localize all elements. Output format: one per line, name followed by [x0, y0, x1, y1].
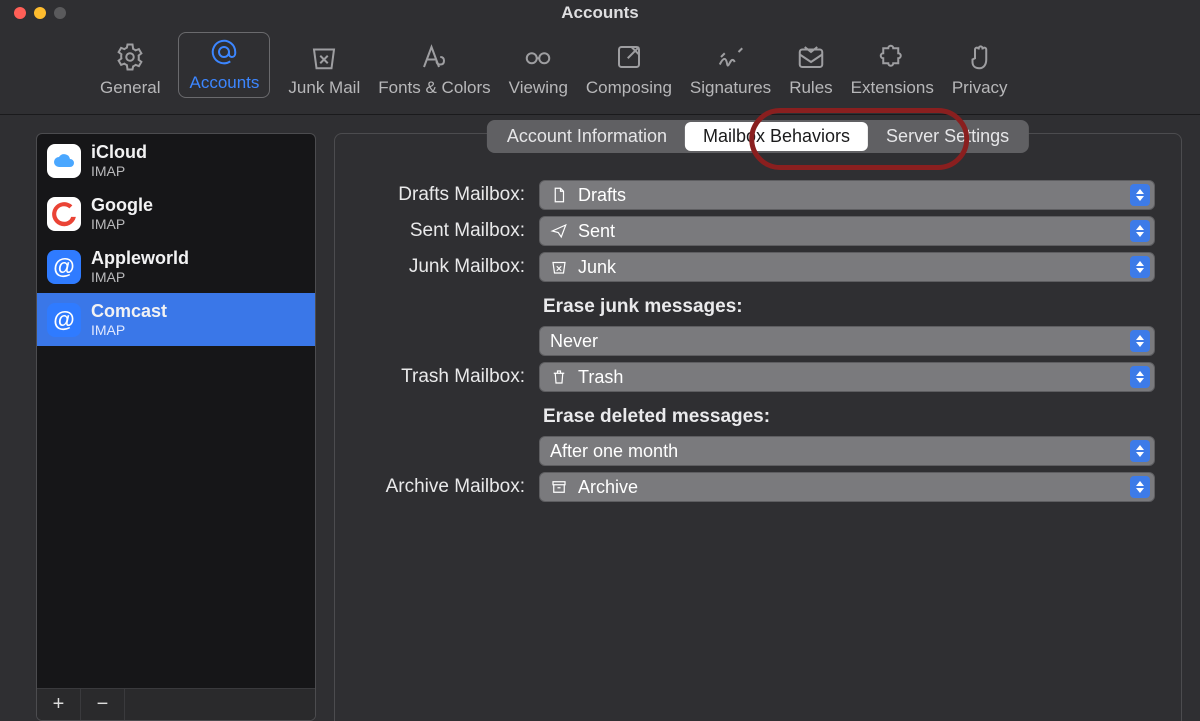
window-title: Accounts [561, 3, 638, 23]
document-icon [550, 186, 568, 204]
toolbar-general[interactable]: General [100, 42, 160, 98]
erase-junk-label: Erase junk messages: [539, 288, 1155, 320]
trash-label: Trash Mailbox: [401, 366, 525, 388]
toolbar-rules[interactable]: Rules [789, 42, 832, 98]
google-icon [47, 197, 81, 231]
toolbar-accounts-label: Accounts [189, 73, 259, 93]
account-name: iCloud [91, 142, 147, 163]
tab-server-settings[interactable]: Server Settings [868, 122, 1027, 151]
at-icon: @ [47, 303, 81, 337]
toolbar-general-label: General [100, 78, 160, 98]
tab-mailbox-behaviors[interactable]: Mailbox Behaviors [685, 122, 868, 151]
drafts-mailbox-select[interactable]: Drafts [539, 180, 1155, 210]
erase-deleted-value: After one month [550, 441, 678, 462]
archive-icon [550, 478, 568, 496]
toolbar-fonts-label: Fonts & Colors [378, 78, 490, 98]
toolbar-junk-mail[interactable]: Junk Mail [288, 42, 360, 98]
junk-icon [309, 42, 339, 72]
toolbar-signatures[interactable]: Signatures [690, 42, 771, 98]
toolbar-signatures-label: Signatures [690, 78, 771, 98]
stepper-icon [1130, 256, 1150, 278]
toolbar-viewing-label: Viewing [509, 78, 568, 98]
trash-value: Trash [578, 367, 623, 388]
toolbar-extensions[interactable]: Extensions [851, 42, 934, 98]
account-subtitle: IMAP [91, 163, 147, 179]
stepper-icon [1130, 476, 1150, 498]
icloud-icon [47, 144, 81, 178]
stepper-icon [1130, 366, 1150, 388]
account-row-comcast[interactable]: @ Comcast IMAP [37, 293, 315, 346]
sent-mailbox-select[interactable]: Sent [539, 216, 1155, 246]
account-row-appleworld[interactable]: @ Appleworld IMAP [37, 240, 315, 293]
remove-account-button[interactable]: − [81, 689, 125, 720]
toolbar-extensions-label: Extensions [851, 78, 934, 98]
account-subtitle: IMAP [91, 269, 189, 285]
tab-account-information[interactable]: Account Information [489, 122, 685, 151]
archive-label: Archive Mailbox: [386, 476, 525, 498]
stepper-icon [1130, 440, 1150, 462]
account-name: Appleworld [91, 248, 189, 269]
titlebar: Accounts [0, 0, 1200, 26]
trash-icon [550, 368, 568, 386]
toolbar-privacy[interactable]: Privacy [952, 42, 1008, 98]
drafts-value: Drafts [578, 185, 626, 206]
account-name: Comcast [91, 301, 167, 322]
toolbar-junk-label: Junk Mail [288, 78, 360, 98]
fonts-icon [419, 42, 449, 72]
toolbar-viewing[interactable]: Viewing [509, 42, 568, 98]
sent-label: Sent Mailbox: [410, 220, 525, 242]
window-close-button[interactable] [14, 7, 26, 19]
sidebar-footer: + − [37, 688, 315, 720]
trash-mailbox-select[interactable]: Trash [539, 362, 1155, 392]
sent-value: Sent [578, 221, 615, 242]
tabs-segmented-control: Account Information Mailbox Behaviors Se… [487, 120, 1029, 153]
glasses-icon [523, 42, 553, 72]
signature-icon [716, 42, 746, 72]
archive-mailbox-select[interactable]: Archive [539, 472, 1155, 502]
rules-icon [796, 42, 826, 72]
window-minimize-button[interactable] [34, 7, 46, 19]
at-icon [209, 37, 239, 67]
junk-label: Junk Mailbox: [409, 256, 525, 278]
stepper-icon [1130, 184, 1150, 206]
account-row-google[interactable]: Google IMAP [37, 187, 315, 240]
erase-junk-select[interactable]: Never [539, 326, 1155, 356]
erase-deleted-label: Erase deleted messages: [539, 398, 1155, 430]
preferences-toolbar: General Accounts Junk Mail Fonts & Color… [0, 26, 1200, 115]
window-zoom-button[interactable] [54, 7, 66, 19]
account-row-icloud[interactable]: iCloud IMAP [37, 134, 315, 187]
at-icon: @ [47, 250, 81, 284]
account-subtitle: IMAP [91, 322, 167, 338]
junk-value: Junk [578, 257, 616, 278]
puzzle-icon [877, 42, 907, 72]
accounts-list: iCloud IMAP Google IMAP @ A [37, 134, 315, 688]
toolbar-composing[interactable]: Composing [586, 42, 672, 98]
stepper-icon [1130, 330, 1150, 352]
mailbox-behaviors-form: Drafts Mailbox: Drafts Sent Mailbox: Sen… [345, 134, 1171, 502]
paperplane-icon [550, 222, 568, 240]
hand-icon [965, 42, 995, 72]
erase-deleted-select[interactable]: After one month [539, 436, 1155, 466]
toolbar-rules-label: Rules [789, 78, 832, 98]
gear-icon [115, 42, 145, 72]
compose-icon [614, 42, 644, 72]
stepper-icon [1130, 220, 1150, 242]
toolbar-fonts-colors[interactable]: Fonts & Colors [378, 42, 490, 98]
accounts-sidebar: iCloud IMAP Google IMAP @ A [36, 133, 316, 721]
account-subtitle: IMAP [91, 216, 153, 232]
account-name: Google [91, 195, 153, 216]
archive-value: Archive [578, 477, 638, 498]
toolbar-privacy-label: Privacy [952, 78, 1008, 98]
drafts-label: Drafts Mailbox: [398, 184, 525, 206]
junk-box-icon [550, 258, 568, 276]
main-panel: Account Information Mailbox Behaviors Se… [334, 133, 1182, 721]
erase-junk-value: Never [550, 331, 598, 352]
junk-mailbox-select[interactable]: Junk [539, 252, 1155, 282]
add-account-button[interactable]: + [37, 689, 81, 720]
toolbar-composing-label: Composing [586, 78, 672, 98]
toolbar-accounts[interactable]: Accounts [178, 32, 270, 98]
